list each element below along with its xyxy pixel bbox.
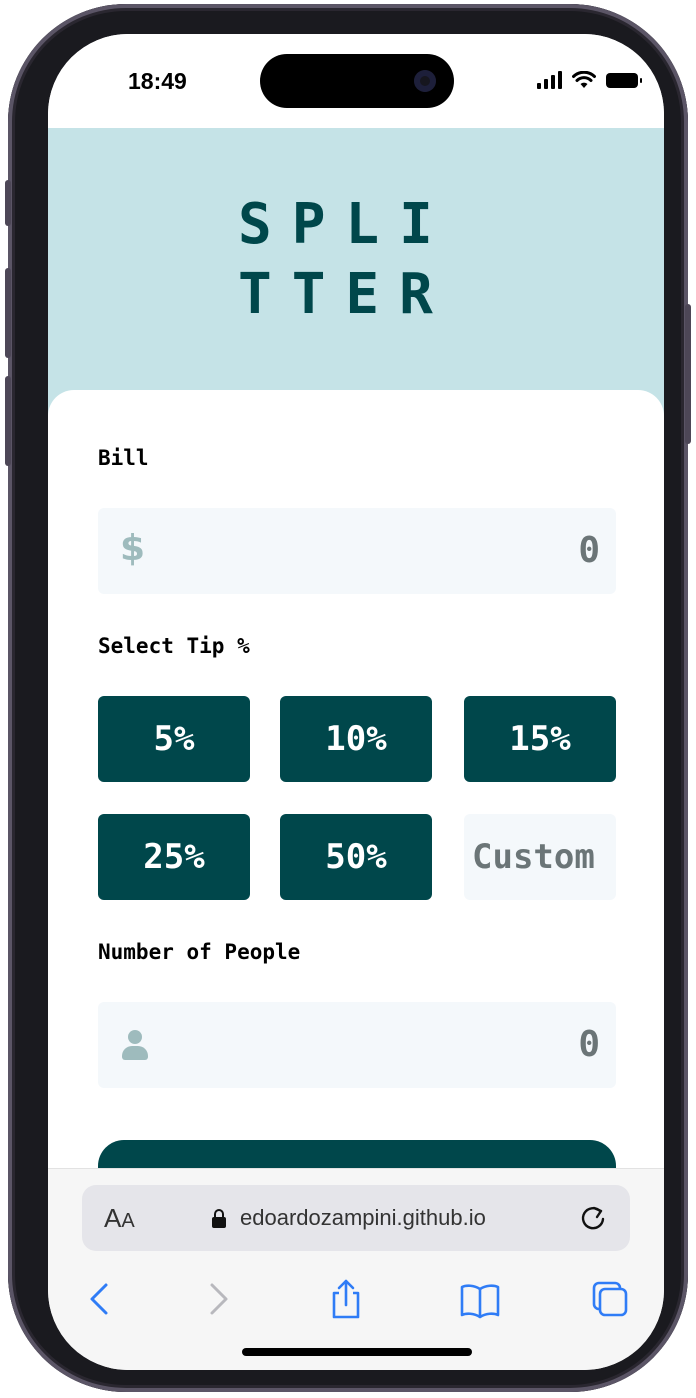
battery-icon: [606, 72, 642, 88]
aa-small: A: [121, 1210, 135, 1232]
people-input[interactable]: 0: [98, 1002, 616, 1088]
aa-large: A: [104, 1203, 122, 1233]
bill-label: Bill: [98, 446, 149, 470]
home-indicator[interactable]: [242, 1348, 472, 1356]
tip-button-25[interactable]: 25%: [98, 814, 250, 900]
url-text: edoardozampini.github.io: [240, 1205, 486, 1230]
power-button: [685, 304, 691, 444]
lock-icon: [212, 1209, 226, 1228]
tip-button-10[interactable]: 10%: [280, 696, 432, 782]
cellular-signal-icon: [537, 71, 562, 89]
address-bar[interactable]: AA edoardozampini.github.io: [82, 1185, 630, 1251]
browser-nav: [48, 1269, 664, 1339]
phone-frame: 18:49 SPLI TTER Bill $ 0 Select Tip % 5%…: [5, 4, 691, 1392]
dollar-icon: $: [120, 528, 146, 569]
camera-icon: [414, 70, 436, 92]
status-icons: [537, 70, 642, 90]
dynamic-island: [260, 54, 454, 108]
status-time: 18:49: [128, 68, 187, 94]
safari-toolbar: AA edoardozampini.github.io: [48, 1168, 664, 1370]
custom-tip-input[interactable]: Custom: [464, 814, 616, 900]
bill-input[interactable]: $ 0: [98, 508, 616, 594]
bookmarks-icon[interactable]: [458, 1277, 502, 1321]
wifi-icon: [572, 71, 596, 88]
logo-line-2: TTER: [238, 262, 453, 327]
reader-options-button[interactable]: AA: [104, 1203, 135, 1234]
app-logo: SPLI TTER: [238, 190, 478, 330]
share-icon[interactable]: [324, 1277, 368, 1321]
tip-button-15[interactable]: 15%: [464, 696, 616, 782]
back-icon[interactable]: [78, 1277, 122, 1321]
person-icon: [122, 1030, 148, 1062]
volume-down-button: [5, 376, 11, 466]
action-button: [5, 180, 11, 226]
tip-button-50[interactable]: 50%: [280, 814, 432, 900]
tabs-icon[interactable]: [588, 1277, 632, 1321]
bill-value: 0: [578, 530, 600, 571]
forward-icon[interactable]: [196, 1277, 240, 1321]
people-value: 0: [578, 1024, 600, 1065]
screen: 18:49 SPLI TTER Bill $ 0 Select Tip % 5%…: [48, 34, 664, 1370]
volume-up-button: [5, 268, 11, 358]
tip-label: Select Tip %: [98, 634, 250, 658]
reload-icon[interactable]: [578, 1203, 608, 1233]
people-label: Number of People: [98, 940, 301, 964]
logo-line-1: SPLI: [238, 192, 453, 257]
status-bar: 18:49: [48, 34, 664, 128]
tip-button-5[interactable]: 5%: [98, 696, 250, 782]
